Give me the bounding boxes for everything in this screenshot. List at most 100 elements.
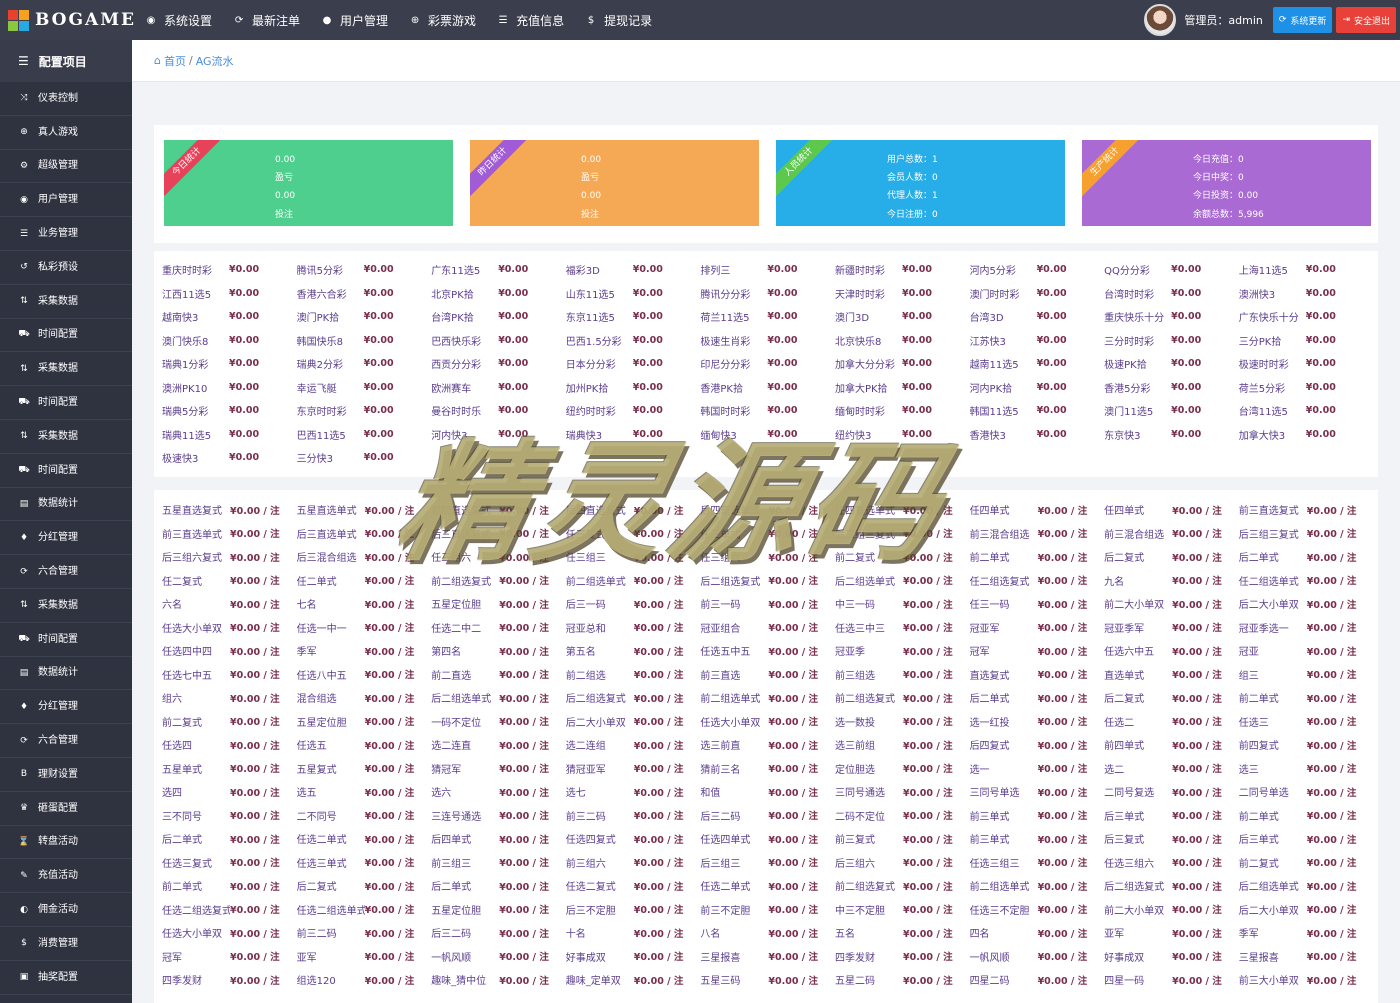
lottery-cell[interactable]: 欧洲赛车 ¥0.00 <box>431 376 566 400</box>
bet-type-cell[interactable]: 三同号单选 ¥0.00 / 注 <box>970 780 1105 804</box>
lottery-cell[interactable]: 香港快3 ¥0.00 <box>970 423 1105 447</box>
sidebar-item[interactable]: ♛ 砸蛋配置 <box>0 792 132 826</box>
bet-type-cell[interactable]: 混合组选 ¥0.00 / 注 <box>297 686 432 710</box>
bet-type-cell[interactable]: 任选二组选单式 ¥0.00 / 注 <box>297 898 432 922</box>
bet-type-cell[interactable]: 任选四 ¥0.00 / 注 <box>162 733 297 757</box>
bet-type-cell[interactable]: 后二组选单式 ¥0.00 / 注 <box>1239 874 1374 898</box>
bet-type-cell[interactable]: 选三前直 ¥0.00 / 注 <box>700 733 835 757</box>
bet-type-cell[interactable]: 选二 ¥0.00 / 注 <box>1104 757 1239 781</box>
avatar[interactable] <box>1144 4 1177 36</box>
bet-type-cell[interactable]: 任选二组选复式 ¥0.00 / 注 <box>162 898 297 922</box>
bet-type-cell[interactable]: 三同号通选 ¥0.00 / 注 <box>835 780 970 804</box>
bet-type-cell[interactable]: 任二组选复式 ¥0.00 / 注 <box>970 569 1105 593</box>
bet-type-cell[interactable]: 前二复式 ¥0.00 / 注 <box>162 710 297 734</box>
bet-type-cell[interactable]: 前三复式 ¥0.00 / 注 <box>835 827 970 851</box>
bet-type-cell[interactable]: 七名 ¥0.00 / 注 <box>297 592 432 616</box>
sidebar-item[interactable]: B 理财设置 <box>0 758 132 792</box>
lottery-cell[interactable]: 荷兰11选5 ¥0.00 <box>700 305 835 329</box>
bet-type-cell[interactable]: 四名 ¥0.00 / 注 <box>970 921 1105 945</box>
bet-type-cell[interactable]: 前二单式 ¥0.00 / 注 <box>970 545 1105 569</box>
sidebar-item[interactable]: ⌛ 转盘活动 <box>0 826 132 860</box>
bet-type-cell[interactable]: 任选四中四 ¥0.00 / 注 <box>162 639 297 663</box>
sidebar-item[interactable]: ☰ 业务管理 <box>0 217 132 251</box>
bet-type-cell[interactable]: 任选三组三 ¥0.00 / 注 <box>970 851 1105 875</box>
bet-type-cell[interactable]: 定位胆选 ¥0.00 / 注 <box>835 757 970 781</box>
sidebar-item[interactable]: ⇅ 采集数据 <box>0 352 132 387</box>
lottery-cell[interactable]: 山东11选5 ¥0.00 <box>566 282 701 306</box>
bet-type-cell[interactable]: 冠亚组合 ¥0.00 / 注 <box>700 616 835 640</box>
bet-type-cell[interactable]: 好事成双 ¥0.00 / 注 <box>1104 945 1239 969</box>
lottery-cell[interactable]: 河内PK拾 ¥0.00 <box>970 376 1105 400</box>
sidebar-item[interactable]: ⤨ 仪表控制 <box>0 82 132 116</box>
lottery-cell[interactable]: 上海11选5 ¥0.00 <box>1239 258 1374 282</box>
bet-type-cell[interactable]: 后四直选单式 ¥0.00 / 注 <box>700 498 835 522</box>
sidebar-item[interactable]: ⊕ 真人游戏 <box>0 116 132 150</box>
bet-type-cell[interactable]: 组选120 ¥0.00 / 注 <box>297 968 432 992</box>
lottery-cell[interactable]: 加拿大快3 ¥0.00 <box>1239 423 1374 447</box>
lottery-cell[interactable]: 巴西快乐彩 ¥0.00 <box>431 329 566 353</box>
bet-type-cell[interactable]: 后四复式 ¥0.00 / 注 <box>970 733 1105 757</box>
bet-type-cell[interactable]: 中三一码 ¥0.00 / 注 <box>835 592 970 616</box>
lottery-cell[interactable]: 重庆快乐十分 ¥0.00 <box>1104 305 1239 329</box>
bet-type-cell[interactable]: 四季发财 ¥0.00 / 注 <box>162 968 297 992</box>
sidebar-item[interactable]: ⛟ 时间配置 <box>0 623 132 657</box>
lottery-cell[interactable]: 越南快3 ¥0.00 <box>162 305 297 329</box>
bet-type-cell[interactable]: 后二单式 ¥0.00 / 注 <box>162 827 297 851</box>
bet-type-cell[interactable]: 三不同号 ¥0.00 / 注 <box>162 804 297 828</box>
bet-type-cell[interactable]: 后二复式 ¥0.00 / 注 <box>1104 545 1239 569</box>
bet-type-cell[interactable]: 任三一码 ¥0.00 / 注 <box>970 592 1105 616</box>
bet-type-cell[interactable]: 任选三复式 ¥0.00 / 注 <box>162 851 297 875</box>
bet-type-cell[interactable]: 五星定位胆 ¥0.00 / 注 <box>431 592 566 616</box>
sidebar-item[interactable]: ▤ 数据统计 <box>0 657 132 691</box>
bet-type-cell[interactable]: 选六 ¥0.00 / 注 <box>431 780 566 804</box>
bet-type-cell[interactable]: 前三组选 ¥0.00 / 注 <box>835 663 970 687</box>
bet-type-cell[interactable]: 猜前三名 ¥0.00 / 注 <box>700 757 835 781</box>
lottery-cell[interactable]: 日本分分彩 ¥0.00 <box>566 352 701 376</box>
sidebar-item[interactable]: ◉ 用户管理 <box>0 183 132 218</box>
sidebar-item[interactable]: ⛟ 时间配置 <box>0 386 132 420</box>
lottery-cell[interactable]: 澳门PK拾 ¥0.00 <box>297 305 432 329</box>
bet-type-cell[interactable]: 中三不定胆 ¥0.00 / 注 <box>835 898 970 922</box>
bet-type-cell[interactable]: 一帆风顺 ¥0.00 / 注 <box>970 945 1105 969</box>
bet-type-cell[interactable]: 任四单式 ¥0.00 / 注 <box>970 498 1105 522</box>
bet-type-cell[interactable]: 四星二码 ¥0.00 / 注 <box>970 968 1105 992</box>
bet-type-cell[interactable]: 后三单式 ¥0.00 / 注 <box>1104 804 1239 828</box>
lottery-cell[interactable]: 新疆时时彩 ¥0.00 <box>835 258 970 282</box>
bet-type-cell[interactable]: 任三复式 ¥0.00 / 注 <box>566 522 701 546</box>
lottery-cell[interactable]: 缅甸时时彩 ¥0.00 <box>835 399 970 423</box>
bet-type-cell[interactable]: 任选二 ¥0.00 / 注 <box>1104 710 1239 734</box>
sidebar-item[interactable]: ⚙ 超级管理 <box>0 150 132 184</box>
lottery-cell[interactable]: 北京PK拾 ¥0.00 <box>431 282 566 306</box>
brand-logo[interactable]: BOGAME <box>0 0 134 40</box>
bet-type-cell[interactable]: 前三混合组选 ¥0.00 / 注 <box>1104 522 1239 546</box>
lottery-cell[interactable]: 东京快3 ¥0.00 <box>1104 423 1239 447</box>
bet-type-cell[interactable]: 前二单式 ¥0.00 / 注 <box>1239 804 1374 828</box>
bet-type-cell[interactable]: 冠亚 ¥0.00 / 注 <box>1239 639 1374 663</box>
bet-type-cell[interactable]: 前二组选复式 ¥0.00 / 注 <box>835 686 970 710</box>
lottery-cell[interactable]: 极速快3 ¥0.00 <box>162 446 297 470</box>
bet-type-cell[interactable]: 二码不定位 ¥0.00 / 注 <box>835 804 970 828</box>
bet-type-cell[interactable]: 任二组选单式 ¥0.00 / 注 <box>1239 569 1374 593</box>
bet-type-cell[interactable]: 任选二中二 ¥0.00 / 注 <box>431 616 566 640</box>
bet-type-cell[interactable]: 任选五 ¥0.00 / 注 <box>297 733 432 757</box>
bet-type-cell[interactable]: 前二大小单双 ¥0.00 / 注 <box>1104 898 1239 922</box>
sidebar-item[interactable]: ⇅ 采集数据 <box>0 420 132 454</box>
bet-type-cell[interactable]: 五星三码 ¥0.00 / 注 <box>700 968 835 992</box>
bet-type-cell[interactable]: 第五名 ¥0.00 / 注 <box>566 639 701 663</box>
bet-type-cell[interactable]: 二不同号 ¥0.00 / 注 <box>297 804 432 828</box>
sidebar-item[interactable]: ▣ 抽奖配置 <box>0 961 132 995</box>
lottery-cell[interactable]: 澳洲快3 ¥0.00 <box>1239 282 1374 306</box>
bet-type-cell[interactable]: 任四直选单式 ¥0.00 / 注 <box>835 498 970 522</box>
lottery-cell[interactable]: 澳门3D ¥0.00 <box>835 305 970 329</box>
lottery-cell[interactable]: 纽约快3 ¥0.00 <box>835 423 970 447</box>
lottery-cell[interactable]: 三分快3 ¥0.00 <box>297 446 432 470</box>
lottery-cell[interactable]: 巴西11选5 ¥0.00 <box>297 423 432 447</box>
sidebar-item[interactable]: $ 消费管理 <box>0 927 132 961</box>
bet-type-cell[interactable]: 冠亚总和 ¥0.00 / 注 <box>566 616 701 640</box>
bet-type-cell[interactable]: 后三二码 ¥0.00 / 注 <box>700 804 835 828</box>
bet-type-cell[interactable]: 后三组三复式 ¥0.00 / 注 <box>1239 522 1374 546</box>
bet-type-cell[interactable]: 选一数投 ¥0.00 / 注 <box>835 710 970 734</box>
topnav-item[interactable]: ⊕ 彩票游戏 <box>410 12 476 29</box>
bet-type-cell[interactable]: 后二组选复式 ¥0.00 / 注 <box>566 686 701 710</box>
bet-type-cell[interactable]: 第四名 ¥0.00 / 注 <box>431 639 566 663</box>
